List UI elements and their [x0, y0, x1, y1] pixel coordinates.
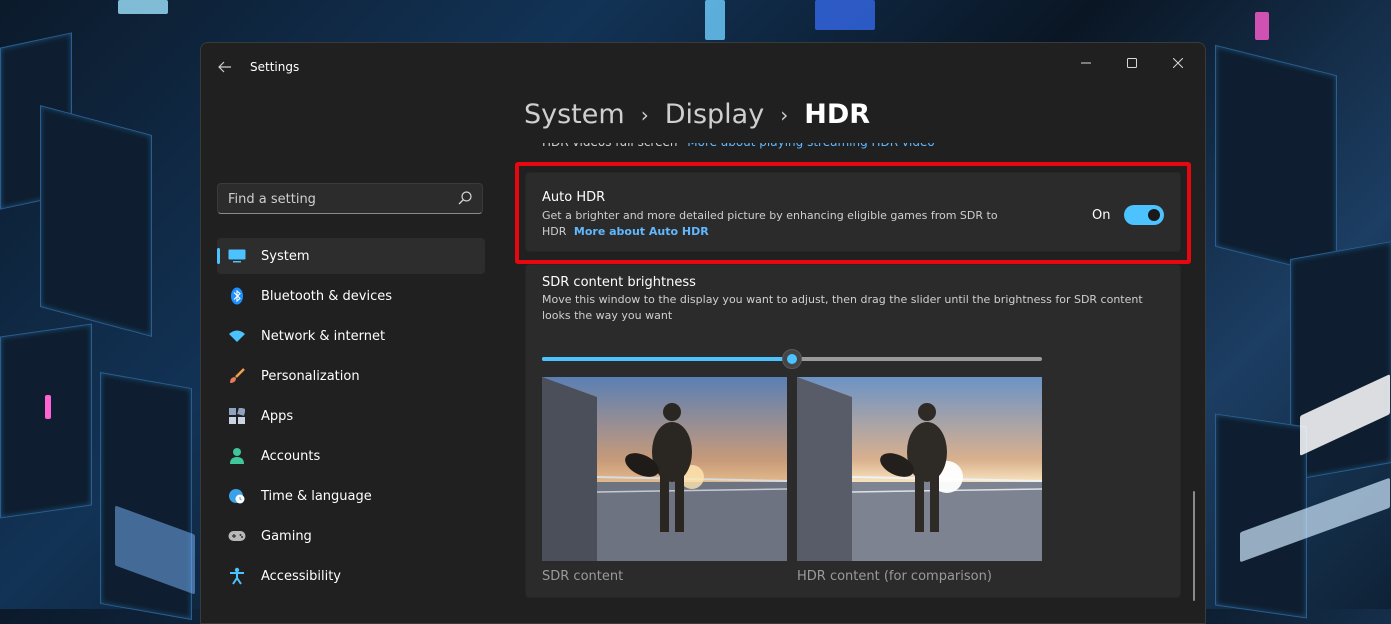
sidebar-item-bluetooth[interactable]: Bluetooth & devices	[217, 278, 485, 314]
scroll-mask	[525, 131, 1181, 143]
breadcrumb: System › Display › HDR	[524, 99, 870, 130]
person-icon	[228, 447, 246, 465]
sidebar-item-personalization[interactable]: Personalization	[217, 358, 485, 394]
apps-icon	[228, 407, 246, 425]
hdr-preview-caption: HDR content (for comparison)	[797, 569, 992, 584]
search-icon[interactable]	[457, 190, 473, 206]
search-box[interactable]	[217, 183, 483, 215]
hdr-preview-image	[797, 377, 1042, 561]
sdr-brightness-desc-line2: looks the way you want	[542, 309, 673, 322]
brush-icon	[228, 367, 246, 385]
sidebar-item-label: Accessibility	[261, 568, 341, 584]
sidebar-item-label: Apps	[261, 408, 294, 424]
sidebar-item-label: Bluetooth & devices	[261, 288, 392, 304]
sidebar-item-network[interactable]: Network & internet	[217, 318, 485, 354]
brightness-slider-fill	[542, 357, 792, 361]
sidebar-item-system[interactable]: System	[217, 238, 485, 274]
breadcrumb-display[interactable]: Display	[665, 99, 765, 130]
sdr-brightness-card: SDR content brightness Move this window …	[525, 264, 1181, 598]
maximize-icon[interactable]	[1109, 47, 1155, 79]
minimize-icon[interactable]	[1063, 47, 1109, 79]
sidebar-item-label: Accounts	[261, 448, 321, 464]
brightness-slider-thumb[interactable]	[782, 349, 802, 369]
search-input[interactable]	[218, 184, 460, 215]
accessibility-icon	[228, 567, 246, 585]
sidebar-item-accounts[interactable]: Accounts	[217, 438, 485, 474]
sdr-brightness-desc-line1: Move this window to the display you want…	[542, 293, 1143, 306]
sdr-brightness-title: SDR content brightness	[542, 275, 696, 290]
bluetooth-icon	[228, 287, 246, 305]
monitor-icon	[228, 247, 246, 265]
sidebar-item-label: Time & language	[261, 488, 372, 504]
page-title: HDR	[804, 99, 871, 130]
sidebar-item-time-language[interactable]: Time & language	[217, 478, 485, 514]
chevron-right-icon: ›	[780, 102, 789, 127]
app-title: Settings	[250, 60, 300, 74]
sidebar-nav: System Bluetooth & devices Network & int…	[217, 238, 485, 598]
sdr-preview-image	[542, 377, 787, 561]
sidebar-item-label: Network & internet	[261, 328, 386, 344]
close-icon[interactable]	[1155, 47, 1201, 79]
sidebar-item-accessibility[interactable]: Accessibility	[217, 558, 485, 594]
sidebar-item-apps[interactable]: Apps	[217, 398, 485, 434]
globe-clock-icon	[228, 487, 246, 505]
sidebar-item-label: System	[261, 248, 310, 264]
gamepad-icon	[228, 527, 246, 545]
sdr-preview-caption: SDR content	[542, 569, 624, 584]
title-bar: Settings	[201, 43, 1205, 91]
back-arrow-icon[interactable]	[213, 55, 237, 79]
sidebar-item-gaming[interactable]: Gaming	[217, 518, 485, 554]
settings-window: Settings System Bluetooth &	[200, 42, 1206, 624]
sidebar-item-label: Personalization	[261, 368, 360, 384]
chevron-right-icon: ›	[640, 102, 649, 127]
content-scrollbar[interactable]	[1193, 491, 1195, 601]
wifi-icon	[228, 327, 246, 345]
highlight-annotation	[515, 162, 1191, 264]
sidebar-item-label: Gaming	[261, 528, 312, 544]
breadcrumb-system[interactable]: System	[524, 99, 625, 130]
